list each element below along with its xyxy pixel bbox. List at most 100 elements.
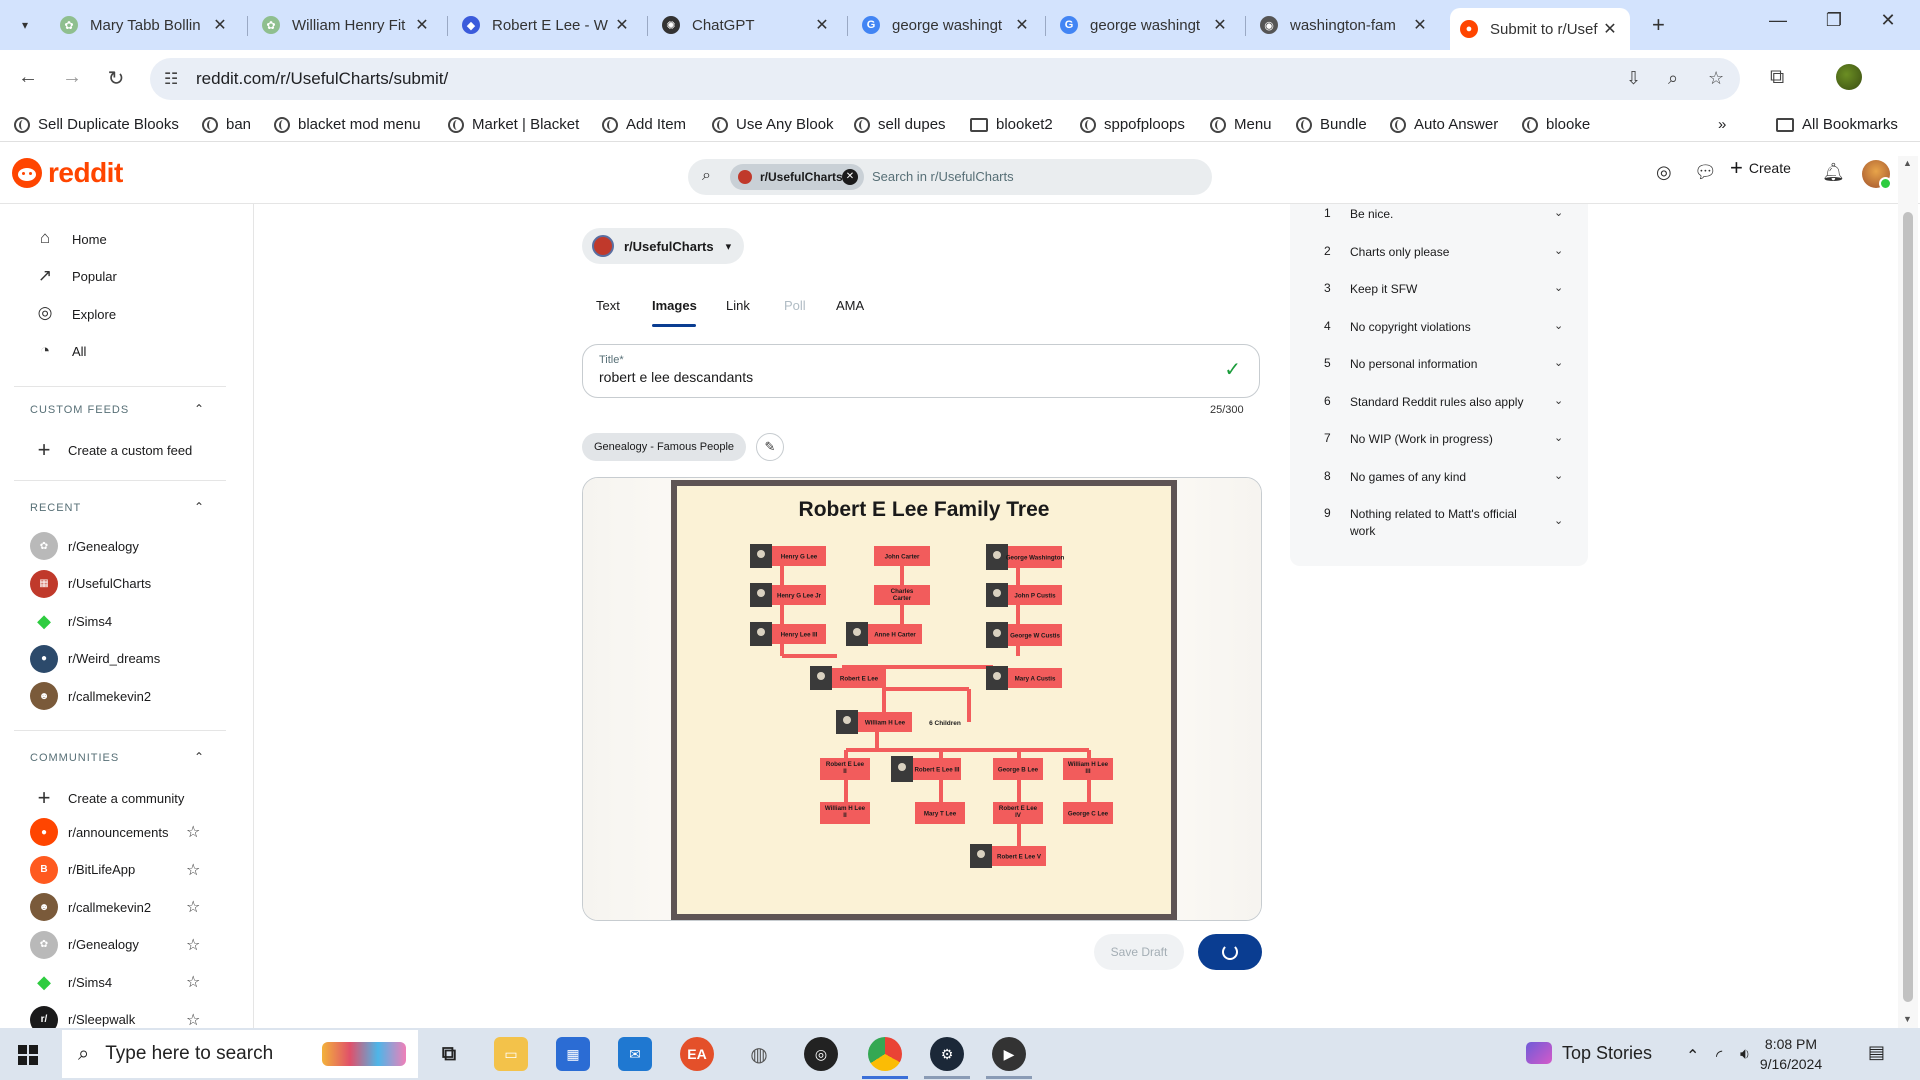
browser-tab[interactable]: ✿ William Henry Fit ✕	[252, 8, 442, 42]
bookmark-star-icon[interactable]: ☆	[1708, 68, 1724, 89]
notifications-icon[interactable]: ▤	[1868, 1042, 1885, 1063]
create-custom-feed[interactable]: + Create a custom feed	[30, 436, 193, 464]
scroll-down-icon[interactable]: ▼	[1903, 1014, 1912, 1024]
browser-tab[interactable]: ◆ Robert E Lee - W ✕	[452, 8, 642, 42]
favorite-star-icon[interactable]: ☆	[186, 1010, 200, 1029]
scrollbar-thumb[interactable]	[1903, 212, 1913, 1002]
save-draft-button[interactable]: Save Draft	[1094, 934, 1184, 970]
subreddit-selector[interactable]: r/UsefulCharts ▾	[582, 228, 744, 264]
rule-chevron-down-icon[interactable]: ⌄	[1554, 206, 1563, 219]
tab-close-icon[interactable]: ✕	[210, 15, 230, 35]
community-item[interactable]: ✿ r/Genealogy	[30, 930, 139, 959]
collapse-chevron-icon[interactable]: ⌃	[194, 500, 204, 514]
bookmark-item[interactable]: blooke	[1522, 116, 1590, 133]
rule-chevron-down-icon[interactable]: ⌄	[1554, 244, 1563, 257]
create-button[interactable]: + Create	[1730, 157, 1791, 179]
post-button[interactable]	[1198, 934, 1262, 970]
reddit-logo[interactable]: reddit	[12, 157, 123, 189]
favorite-star-icon[interactable]: ☆	[186, 972, 200, 992]
browser-tab[interactable]: ✺ ChatGPT ✕	[652, 8, 842, 42]
bookmark-item[interactable]: Sell Duplicate Blooks	[14, 116, 179, 133]
browser-tab[interactable]: ◉ washington-fam ✕	[1250, 8, 1440, 42]
windows-start-icon[interactable]	[18, 1045, 38, 1065]
bookmark-item[interactable]: blooket2	[970, 116, 1053, 133]
browser-profile-avatar[interactable]	[1836, 64, 1862, 90]
bookmark-item[interactable]: Add Item	[602, 116, 686, 133]
nav-all[interactable]: ◔ All	[34, 341, 87, 363]
rule-chevron-down-icon[interactable]: ⌄	[1554, 469, 1563, 482]
tab-close-icon[interactable]: ✕	[1012, 15, 1032, 35]
user-avatar[interactable]	[1862, 160, 1892, 190]
favorite-star-icon[interactable]: ☆	[186, 860, 200, 880]
community-item[interactable]: ▦ r/UsefulCharts	[30, 569, 151, 598]
browser-tab[interactable]: ● Submit to r/Usef ✕	[1450, 8, 1630, 50]
notifications-bell-icon[interactable]: 🔔︎	[1822, 162, 1845, 183]
favorite-star-icon[interactable]: ☆	[186, 935, 200, 955]
media-player-icon[interactable]: ▶	[992, 1037, 1026, 1071]
rule-chevron-down-icon[interactable]: ⌄	[1554, 281, 1563, 294]
image-upload-preview[interactable]: Robert E Lee Family Tree Henry G Lee Henry…	[582, 477, 1262, 921]
bookmark-item[interactable]: Menu	[1210, 116, 1272, 133]
clear-scope-icon[interactable]: ✕	[842, 169, 858, 185]
tab-close-icon[interactable]: ✕	[1210, 15, 1230, 35]
address-bar[interactable]: ☷ reddit.com/r/UsefulCharts/submit/ ⇩ ⌕ …	[150, 58, 1740, 100]
nav-explore[interactable]: ◎ Explore	[34, 303, 117, 325]
page-scrollbar[interactable]: ▲ ▼	[1898, 156, 1918, 1028]
community-item[interactable]: ☻ r/callmekevin2	[30, 682, 151, 710]
tab-search-chevron-icon[interactable]: ▾	[12, 12, 38, 38]
custom-feeds-heading[interactable]: CUSTOM FEEDS	[30, 404, 129, 416]
browser-tab[interactable]: Ggeorge washingt ✕	[852, 8, 1042, 42]
nav-home[interactable]: ⌂ Home	[34, 228, 107, 250]
restore-button[interactable]: ❐	[1814, 10, 1854, 31]
advertise-icon[interactable]: ◎	[1656, 162, 1672, 183]
community-item[interactable]: ✿ r/Genealogy	[30, 532, 139, 560]
steam-icon[interactable]: ⚙	[930, 1037, 964, 1071]
reload-button[interactable]: ↻	[102, 66, 130, 91]
edit-flair-pencil-icon[interactable]: ✎	[756, 433, 784, 461]
community-item[interactable]: ◆ r/Sims4	[30, 607, 112, 635]
create-community[interactable]: + Create a community	[30, 784, 185, 812]
chat-icon[interactable]: 💬︎	[1694, 162, 1717, 183]
file-explorer-icon[interactable]: ▭	[494, 1037, 528, 1071]
bookmarks-overflow-icon[interactable]: »	[1718, 116, 1726, 133]
news-widget[interactable]: Top Stories	[1526, 1042, 1652, 1064]
task-view-icon[interactable]: ⧉	[432, 1037, 466, 1071]
community-item[interactable]: Br/BitLifeApp	[30, 855, 135, 884]
ea-app-icon[interactable]: EA	[680, 1037, 714, 1071]
url-text[interactable]: reddit.com/r/UsefulCharts/submit/	[196, 69, 448, 89]
tab-ama[interactable]: AMA	[836, 298, 864, 313]
tab-close-icon[interactable]: ✕	[812, 15, 832, 35]
new-tab-button[interactable]: +	[1652, 12, 1665, 38]
close-window-button[interactable]: ✕	[1868, 10, 1908, 31]
browser-tab[interactable]: Ggeorge washingt ✕	[1050, 8, 1240, 42]
minimize-button[interactable]: —	[1758, 10, 1798, 31]
rule-chevron-down-icon[interactable]: ⌄	[1554, 514, 1563, 527]
rule-chevron-down-icon[interactable]: ⌄	[1554, 431, 1563, 444]
tab-close-icon[interactable]: ✕	[612, 15, 632, 35]
mail-icon[interactable]: ✉	[618, 1037, 652, 1071]
system-clock[interactable]: 8:08 PM 9/16/2024	[1748, 1034, 1834, 1074]
collapse-chevron-icon[interactable]: ⌃	[194, 750, 204, 764]
bookmark-item[interactable]: ban	[202, 116, 251, 133]
bookmark-item[interactable]: Market | Blacket	[448, 116, 579, 133]
tab-close-icon[interactable]: ✕	[412, 15, 432, 35]
scroll-up-icon[interactable]: ▲	[1903, 158, 1912, 168]
bookmark-item[interactable]: sppofploops	[1080, 116, 1185, 133]
title-input[interactable]: Title* robert e lee descandants ✓	[582, 344, 1260, 398]
all-bookmarks[interactable]: All Bookmarks	[1776, 116, 1898, 133]
obs-icon[interactable]: ◎	[804, 1037, 838, 1071]
back-button[interactable]: ←	[14, 66, 42, 89]
bookmark-item[interactable]: Auto Answer	[1390, 116, 1498, 133]
communities-heading[interactable]: COMMUNITIES	[30, 752, 119, 764]
search-placeholder[interactable]: Search in r/UsefulCharts	[872, 169, 1014, 184]
tab-images[interactable]: Images	[652, 298, 697, 313]
search-bar[interactable]: ⌕ r/UsefulCharts ✕ Search in r/UsefulCha…	[688, 159, 1212, 195]
rule-chevron-down-icon[interactable]: ⌄	[1554, 394, 1563, 407]
title-value[interactable]: robert e lee descandants	[599, 369, 753, 385]
browser-tab[interactable]: ✿ Mary Tabb Bollin ✕	[50, 8, 240, 42]
favorite-star-icon[interactable]: ☆	[186, 897, 200, 917]
bookmark-item[interactable]: sell dupes	[854, 116, 946, 133]
community-item[interactable]: ● r/Weird_dreams	[30, 644, 160, 673]
flair-tag[interactable]: Genealogy - Famous People	[582, 433, 746, 461]
recent-heading[interactable]: RECENT	[30, 502, 81, 514]
